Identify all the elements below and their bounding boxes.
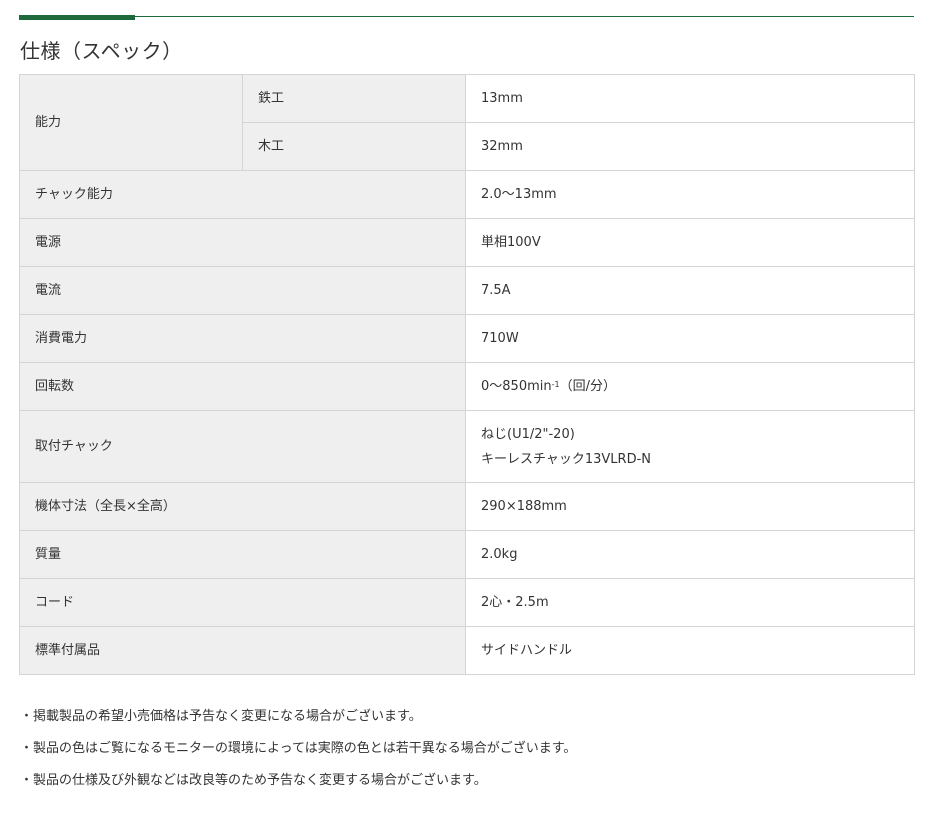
rotation-value-unit: （回/分） — [559, 379, 616, 394]
section-accent-bar — [19, 15, 135, 20]
spec-value-iron: 13mm — [465, 74, 915, 123]
spec-table: 能力 鉄工 13mm 木工 32mm チャック能力 2.0〜13mm 電源 単相… — [19, 74, 915, 675]
spec-value-dimensions: 290×188mm — [465, 482, 915, 531]
rotation-value-main: 0〜850min — [481, 379, 552, 394]
section-divider — [19, 16, 914, 17]
table-row: 標準付属品 サイドハンドル — [19, 626, 915, 675]
spec-label-current: 電流 — [19, 266, 466, 315]
mounting-chuck-line-2: キーレスチャック13VLRD-N — [481, 451, 652, 467]
table-row: 電源 単相100V — [19, 218, 915, 267]
spec-value-chuck-capacity: 2.0〜13mm — [465, 170, 915, 219]
spec-value-accessories: サイドハンドル — [465, 626, 915, 675]
table-row: コード 2心・2.5m — [19, 578, 915, 627]
table-row: チャック能力 2.0〜13mm — [19, 170, 915, 219]
note-spec-change: ・製品の仕様及び外観などは改良等のため予告なく変更する場合がございます。 — [20, 773, 487, 788]
note-price: ・掲載製品の希望小売価格は予告なく変更になる場合がございます。 — [20, 709, 422, 724]
spec-value-rotation: 0〜850min-1（回/分） — [465, 362, 915, 411]
spec-value-current: 7.5A — [465, 266, 915, 315]
spec-value-mounting-chuck: ねじ(U1/2"-20) キーレスチャック13VLRD-N — [465, 410, 915, 483]
mounting-chuck-line-1: ねじ(U1/2"-20) — [481, 426, 575, 442]
rotation-value-exponent: -1 — [551, 380, 560, 389]
table-row: 質量 2.0kg — [19, 530, 915, 579]
table-row: 回転数 0〜850min-1（回/分） — [19, 362, 915, 411]
spec-value-power-consumption: 710W — [465, 314, 915, 363]
spec-label-chuck-capacity: チャック能力 — [19, 170, 466, 219]
spec-label-accessories: 標準付属品 — [19, 626, 466, 675]
table-row: 能力 鉄工 13mm — [19, 74, 915, 171]
spec-label-cord: コード — [19, 578, 466, 627]
spec-value-wood: 32mm — [465, 122, 915, 171]
spec-value-power-supply: 単相100V — [465, 218, 915, 267]
table-row: 機体寸法（全長×全高） 290×188mm — [19, 482, 915, 531]
spec-sublabel-iron: 鉄工 — [242, 74, 466, 123]
table-row: 電流 7.5A — [19, 266, 915, 315]
table-row: 取付チャック ねじ(U1/2"-20) キーレスチャック13VLRD-N — [19, 410, 915, 483]
spec-sublabel-wood: 木工 — [242, 122, 466, 171]
spec-label-power-supply: 電源 — [19, 218, 466, 267]
spec-value-cord: 2心・2.5m — [465, 578, 915, 627]
spec-label-rotation: 回転数 — [19, 362, 466, 411]
note-color: ・製品の色はご覧になるモニターの環境によっては実際の色とは若干異なる場合がござい… — [20, 741, 577, 756]
notes-list: ・掲載製品の希望小売価格は予告なく変更になる場合がございます。 ・製品の色はご覧… — [20, 706, 576, 802]
spec-label-capacity: 能力 — [19, 74, 243, 171]
spec-label-mounting-chuck: 取付チャック — [19, 410, 466, 483]
section-title: 仕様（スペック） — [20, 39, 183, 63]
spec-label-power-consumption: 消費電力 — [19, 314, 466, 363]
table-row: 消費電力 710W — [19, 314, 915, 363]
spec-label-weight: 質量 — [19, 530, 466, 579]
spec-label-dimensions: 機体寸法（全長×全高） — [19, 482, 466, 531]
spec-value-weight: 2.0kg — [465, 530, 915, 579]
